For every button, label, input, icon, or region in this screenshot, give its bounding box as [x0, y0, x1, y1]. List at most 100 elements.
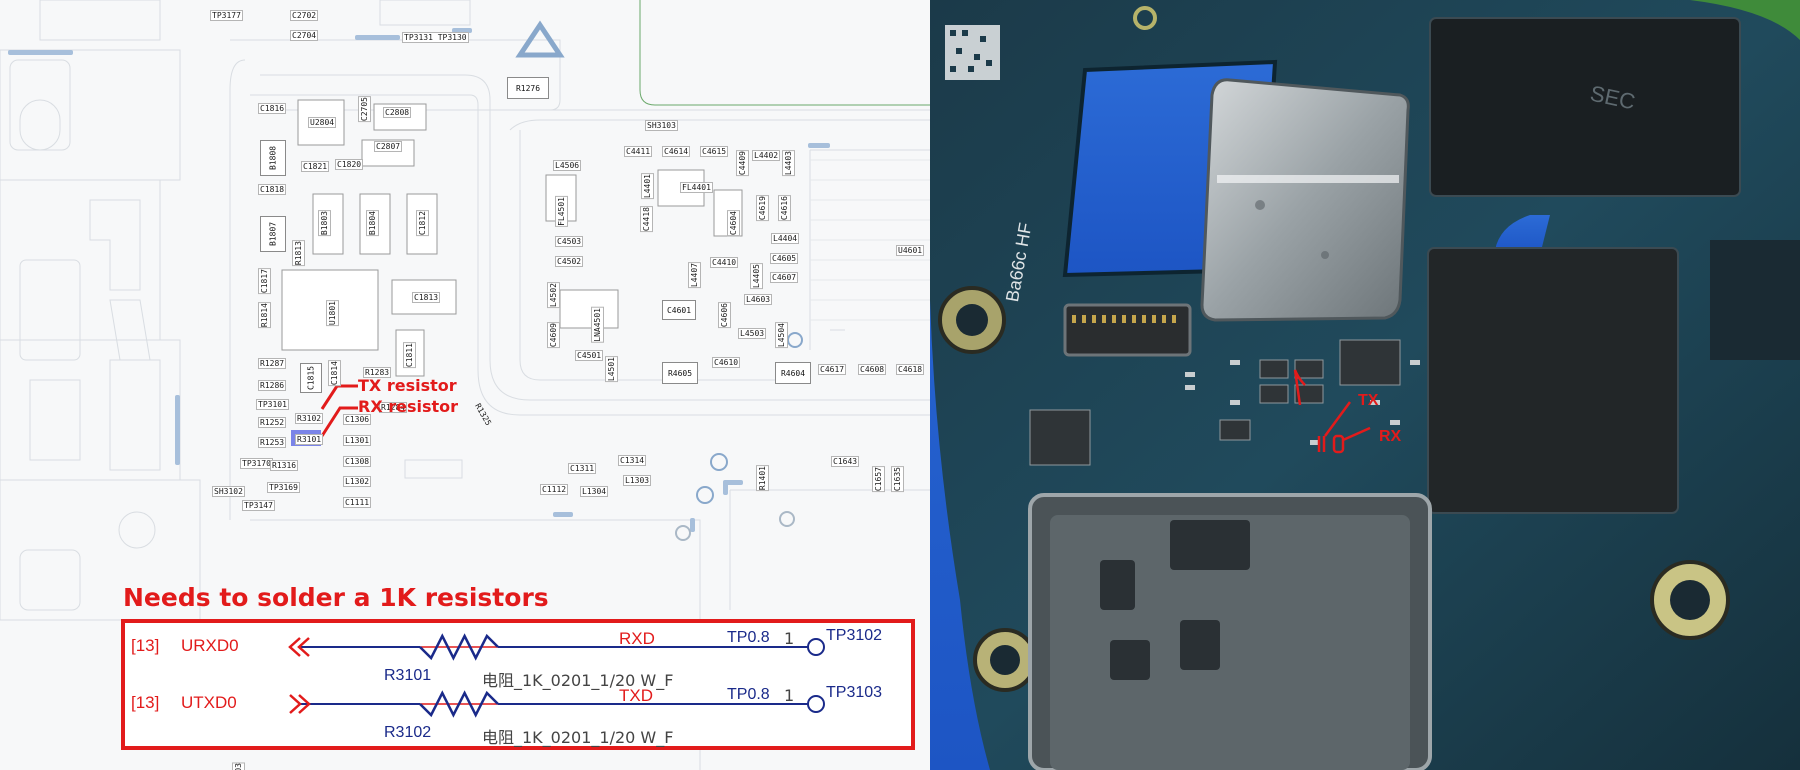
schematic-test-point-name: TP3102: [826, 627, 883, 644]
component-label-u4601: U4601: [896, 245, 925, 256]
schematic-signal-name: TXD: [619, 686, 653, 705]
component-label-tp3131: TP3131 TP3130: [402, 32, 469, 43]
schematic-signal-name: RXD: [619, 629, 655, 648]
component-label-c1811: C1811: [403, 342, 416, 369]
component-label-c4606: C4606: [718, 302, 731, 329]
component-label-c4409: C4409: [736, 150, 749, 177]
component-label-c4418: C4418: [640, 206, 653, 233]
test-point-symbol: [807, 638, 825, 656]
component-label-c2704: C2704: [290, 30, 319, 41]
component-label-r1276: R1276: [507, 77, 549, 99]
component-label-c4608: C4608: [858, 364, 887, 375]
component-label-tp3169: TP3169: [267, 482, 300, 493]
component-label-r1813: R1813: [292, 240, 305, 267]
component-label-c1812: C1812: [416, 210, 429, 237]
component-label-c4607: C4607: [770, 272, 799, 283]
test-point-symbol: [807, 695, 825, 713]
component-label-l4506: L4506: [553, 160, 582, 171]
component-label-c4502: C4502: [555, 256, 584, 267]
component-label-c1814: C1814: [328, 360, 341, 387]
component-label-l1303: L1303: [623, 475, 652, 486]
component-label-c4411: C4411: [624, 146, 653, 157]
component-label-r4605: R4605: [662, 362, 698, 384]
component-label-c4617: C4617: [818, 364, 847, 375]
component-label-l4504: L4504: [775, 322, 788, 349]
component-label-tp3177: TP3177: [210, 10, 243, 21]
pcb-rx-label: RX: [1379, 428, 1402, 445]
component-label-c4618: C4618: [896, 364, 925, 375]
component-label-sh3103: SH3103: [645, 120, 678, 131]
schematic-pin-number: 1: [784, 686, 795, 705]
schematic-resistor-ref: R3101: [384, 667, 432, 684]
component-label-l4404: L4404: [771, 233, 800, 244]
component-label-r1252: R1252: [258, 417, 287, 428]
schematic-net-name: URXD0: [181, 636, 239, 655]
component-label-l4603: L4603: [744, 294, 773, 305]
component-label-tp3101: TP3101: [256, 399, 289, 410]
schematic-resistor-ref: R3102: [384, 724, 432, 741]
component-label-l4501: L4501: [605, 356, 618, 383]
component-label-tp3147: TP3147: [242, 500, 275, 511]
component-label-r1286: R1286: [258, 380, 287, 391]
component-label-c4601: C4601: [662, 300, 696, 320]
component-label-c1314: C1314: [618, 455, 647, 466]
component-label-r1814: R1814: [258, 302, 271, 329]
component-label-c1817: C1817: [258, 268, 271, 295]
component-label-c4609: C4609: [547, 322, 560, 349]
component-label-c1821: C1821: [301, 161, 330, 172]
component-label-fl4501: FL4501: [555, 196, 568, 227]
component-label-r3102: R3102: [295, 413, 324, 424]
component-label-c4503: C4503: [555, 236, 584, 247]
component-label-r4604: R4604: [775, 362, 811, 384]
component-label-r1401: R1401: [756, 465, 769, 492]
component-label-u2804: U2804: [308, 117, 337, 128]
component-label-sh3102: SH3102: [212, 486, 245, 497]
component-label-l1304: L1304: [580, 486, 609, 497]
schematic-net-name: UTXD0: [181, 693, 237, 712]
board-view-panel: TP3177 C2702 C2704 TP3131 TP3130 R1276 C1816 U…: [0, 0, 930, 770]
schematic-test-point-name: TP3103: [826, 684, 883, 701]
component-label-r1287: R1287: [258, 358, 287, 369]
component-label-c2702: C2702: [290, 10, 319, 21]
component-label-c4616: C4616: [778, 195, 791, 222]
component-label-c1308: C1308: [343, 456, 372, 467]
component-label-c1816: C1816: [258, 103, 287, 114]
component-label-b1803: B1803: [318, 210, 331, 237]
component-label-l4405: L4405: [750, 263, 763, 290]
component-label-lna4501: LNA4501: [591, 307, 604, 343]
component-label-c1311: C1311: [568, 463, 597, 474]
component-label-c4614: C4614: [662, 146, 691, 157]
component-label-u1801: U1801: [326, 300, 339, 327]
component-label-c4604: C4604: [727, 210, 740, 237]
component-label-r3101: R3101: [295, 434, 324, 445]
component-label-l1301: L1301: [343, 435, 372, 446]
pcb-tx-label: TX: [1358, 392, 1379, 409]
component-label-c1815: C1815: [300, 363, 322, 393]
component-label-l4502: L4502: [547, 282, 560, 309]
component-label-c1635: C1635: [891, 466, 904, 493]
component-label-c1111: C1111: [343, 497, 372, 508]
component-label-c2807: C2807: [374, 141, 403, 152]
component-label-c4619: C4619: [756, 195, 769, 222]
schematic-tp-type: TP0.8: [727, 629, 770, 646]
component-label-l4407: L4407: [688, 262, 701, 289]
component-label-l4403: L4403: [782, 150, 795, 177]
component-label-tp3170: TP3170: [240, 458, 273, 469]
component-label-c1643: C1643: [831, 456, 860, 467]
schematic-pin-number: 1: [784, 629, 795, 648]
schematic-tp-type: TP0.8: [727, 686, 770, 703]
component-label-fl4401: FL4401: [680, 182, 713, 193]
pcb-photo-panel: TX RX Ba66c HF SEC: [930, 0, 1800, 770]
component-label-c1818: C1818: [258, 184, 287, 195]
note-title: Needs to solder a 1K resistors: [123, 583, 549, 612]
component-label-l1302: L1302: [343, 476, 372, 487]
tx-resistor-annotation: TX resistor: [358, 376, 457, 395]
component-label-c1657: C1657: [872, 466, 885, 493]
component-label-c2705: C2705: [358, 96, 371, 123]
component-label-c4615: C4615: [700, 146, 729, 157]
schematic-resistor-desc: 电阻_1K_0201_1/20 W_F: [482, 728, 674, 747]
schematic-ref: [13]: [131, 636, 160, 655]
component-label-b1804: B1804: [366, 210, 379, 237]
component-label-b1807: B1807: [260, 216, 286, 252]
component-label-c2808: C2808: [383, 107, 412, 118]
